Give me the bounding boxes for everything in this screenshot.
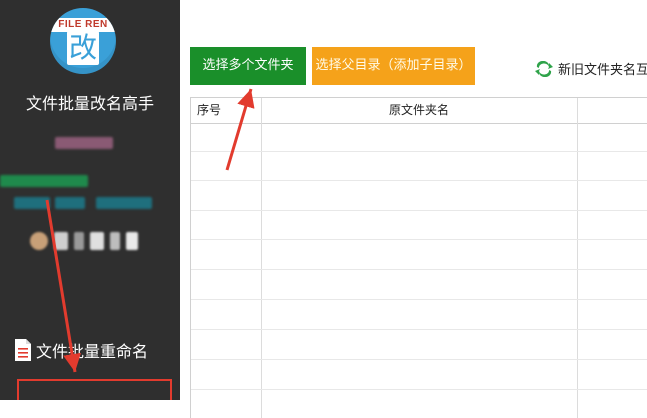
column-divider xyxy=(261,98,262,418)
row-divider xyxy=(191,210,647,211)
row-divider xyxy=(191,151,647,152)
blurred-info xyxy=(0,175,88,187)
blurred-info xyxy=(55,137,113,149)
app-logo: FILE REN 改 xyxy=(50,8,116,74)
row-divider xyxy=(191,359,647,360)
document-icon xyxy=(15,339,31,361)
select-parent-dir-button[interactable]: 选择父目录（添加子目录） xyxy=(312,47,475,85)
blurred-info xyxy=(74,232,84,250)
app-title: 文件批量改名高手 xyxy=(25,94,154,113)
folder-table[interactable]: 序号 原文件夹名 xyxy=(190,97,647,418)
swap-label: 新旧文件夹名互换 xyxy=(558,63,647,78)
column-divider xyxy=(577,98,578,418)
blurred-info xyxy=(14,197,50,209)
column-header-index: 序号 xyxy=(197,103,222,117)
highlight-box xyxy=(17,379,172,400)
blurred-info xyxy=(90,232,104,250)
logo-glyph: 改 xyxy=(67,31,99,65)
row-divider xyxy=(191,239,647,240)
row-divider xyxy=(191,180,647,181)
row-divider xyxy=(191,389,647,390)
blurred-info xyxy=(54,232,68,250)
swap-arrows-icon xyxy=(535,60,553,77)
table-header: 序号 原文件夹名 xyxy=(191,98,647,124)
blurred-info xyxy=(55,197,85,209)
row-divider xyxy=(191,329,647,330)
avatar xyxy=(30,232,48,250)
blurred-info xyxy=(96,197,152,209)
sidebar-item-label: 文件批量重命名 xyxy=(36,342,149,361)
logo-banner-text: FILE REN xyxy=(50,18,116,32)
row-divider xyxy=(191,299,647,300)
blurred-info xyxy=(110,232,120,250)
select-folders-button[interactable]: 选择多个文件夹 xyxy=(190,47,306,85)
swap-names-button[interactable]: 新旧文件夹名互换 xyxy=(534,59,647,78)
column-header-original-name: 原文件夹名 xyxy=(388,103,449,117)
blurred-info xyxy=(126,232,138,250)
sidebar: FILE REN 改 文件批量改名高手 文件批量重命名 xyxy=(0,0,180,400)
row-divider xyxy=(191,269,647,270)
sidebar-item-batch-rename[interactable]: 文件批量重命名 xyxy=(14,338,148,362)
blurred-avatar-row xyxy=(30,232,138,250)
